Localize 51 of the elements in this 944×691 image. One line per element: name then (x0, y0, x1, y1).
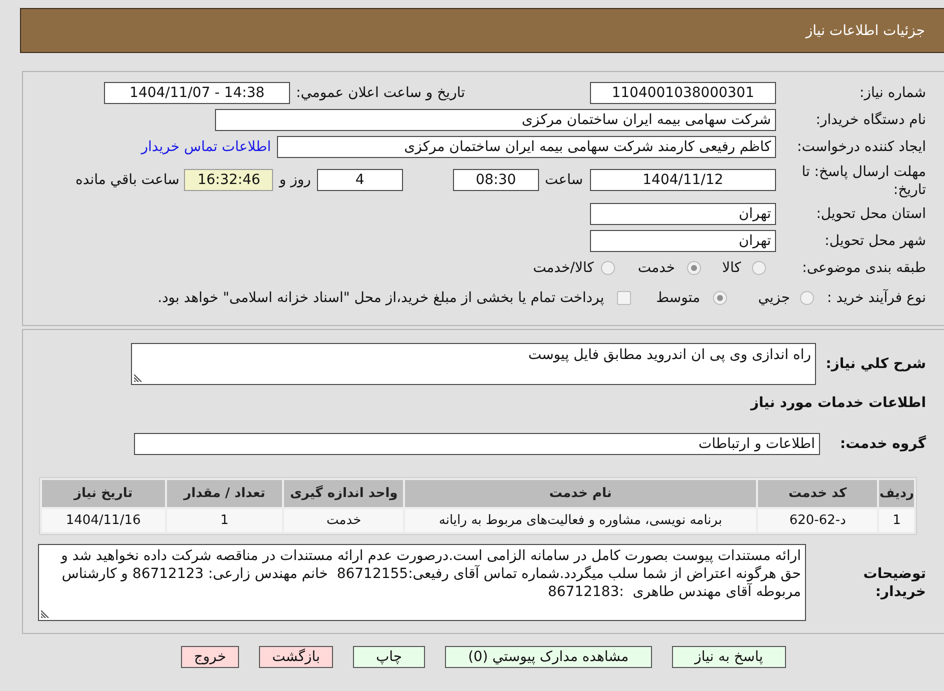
table-header-cell: تعداد / مقدار (166, 480, 282, 507)
table-header-cell: کد خدمت (758, 480, 878, 507)
announcement-date-field[interactable]: 1404/11/07 - 14:38 (104, 82, 290, 104)
field-label: مهلت ارسال پاسخ: تا تاریخ: (800, 163, 926, 199)
action-button[interactable]: خروج (180, 646, 240, 668)
page-title: جزئیات اطلاعات نیاز (806, 22, 925, 38)
table-cell: 1404/11/16 (42, 509, 165, 532)
buyer-organization-field[interactable]: شرکت سهامی بیمه ایران ساختمان مرکزی (215, 109, 776, 131)
province-field[interactable]: تهران (590, 203, 776, 225)
table-cell: د-62-620 (758, 509, 878, 532)
remaining-time-label: ساعت باقي مانده (76, 171, 180, 190)
table-header-cell: واحد اندازه گیری (284, 480, 404, 507)
action-button[interactable]: مشاهده مدارک پیوستي (0) (445, 646, 652, 668)
action-button[interactable]: بازگشت (259, 646, 333, 668)
field-label: شرح کلي نیاز: (824, 356, 926, 372)
action-button[interactable]: پاسخ به نیاز (672, 646, 786, 668)
field-label: توضیحات خریدار: (862, 564, 926, 600)
field-label: تاریخ و ساعت اعلان عمومي: (296, 85, 465, 101)
time-label: ساعت (544, 171, 583, 190)
city-field[interactable]: تهران (590, 230, 776, 252)
remaining-time-field: 16:32:46 (184, 169, 274, 191)
days-field[interactable]: 4 (316, 169, 403, 191)
field-label: گروه خدمت: (839, 436, 926, 452)
field-label: نوع فرآیند خرید : (827, 290, 926, 306)
resize-grip-icon[interactable] (41, 610, 49, 618)
deadline-time-field[interactable]: 08:30 (452, 169, 539, 191)
table-cell: 1 (879, 509, 914, 532)
field-label: استان محل تحویل: (815, 206, 926, 222)
table-cell: خدمت (284, 509, 404, 532)
field-label: ایجاد کننده درخواست: (796, 139, 926, 155)
field-label: طبقه بندی موضوعی: (801, 260, 926, 276)
treasury-payment-text: پرداخت تمام یا بخشی از مبلغ خرید،از محل "اسناد خزانه اسلامی" خواهد بود. (158, 290, 604, 306)
table-header-cell: ردیف (879, 480, 914, 507)
field-label: شهر محل تحویل: (824, 233, 926, 249)
table-header-cell: نام خدمت (405, 480, 756, 507)
resize-grip-icon[interactable] (134, 374, 142, 382)
table-header-cell: تاریخ نیاز (42, 480, 165, 507)
days-label: روز و (279, 171, 311, 190)
description-textarea[interactable]: راه اندازی وی پی ان اندروید مطابق فایل پیوست (131, 343, 816, 385)
contact-info-link[interactable]: اطلاعات تماس خریدار (141, 139, 271, 155)
table-cell: 1 (166, 509, 282, 532)
deadline-date-field[interactable]: 1404/11/12 (590, 169, 776, 191)
service-group-field[interactable]: اطلاعات و ارتباطات (134, 433, 820, 455)
field-label: شماره نیاز: (858, 85, 926, 101)
buyer-notes-textarea[interactable]: ارائه مستندات پیوست بصورت کامل در سامانه الزامی است.درصورت عدم ارائه مستندات در مناقصه شرکت داده نخواهید شد و حق هرگونه اعتراض از شما سلب میگردد.شماره تماس آقای رفیعی:86712155 خانم مهندس زارعی: 86712123 و کارشناس مربوطه آقای مهندس طاهری :86712183 (38, 544, 806, 621)
field-label: نام دستگاه خریدار: (814, 112, 926, 128)
section-title: اطلاعات خدمات مورد نیاز (750, 395, 926, 411)
table-cell: برنامه نویسی، مشاوره و فعالیت‌های مربوط به رایانه (405, 509, 756, 532)
requester-field[interactable]: کاظم رفیعی کارمند شرکت سهامی بیمه ایران ساختمان مرکزی (277, 136, 776, 158)
need-number-field[interactable]: 1104001038000301 (590, 82, 776, 104)
action-button[interactable]: چاپ (352, 646, 426, 668)
